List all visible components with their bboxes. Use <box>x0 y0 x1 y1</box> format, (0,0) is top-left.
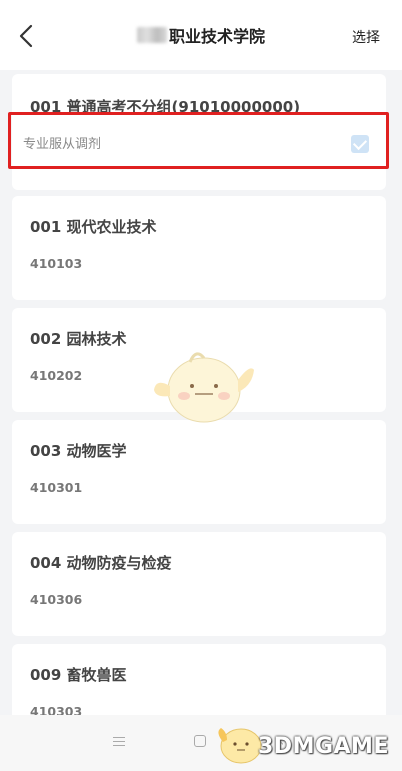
adjust-checkbox[interactable] <box>351 135 369 153</box>
major-code: 410303 <box>30 704 83 715</box>
major-name: 004 动物防疫与检疫 <box>30 554 172 572</box>
home-icon[interactable] <box>194 735 206 747</box>
major-card[interactable]: 003 动物医学 410301 <box>12 420 386 524</box>
major-card[interactable]: 004 动物防疫与检疫 410306 <box>12 532 386 636</box>
major-card[interactable]: 001 现代农业技术 410103 <box>12 196 386 300</box>
blurred-school-name <box>136 27 167 43</box>
top-bar: 职业技术学院 选择 <box>0 0 402 70</box>
menu-icon[interactable] <box>113 737 125 747</box>
mascot-watermark-icon <box>154 352 254 423</box>
page-title: 职业技术学院 <box>168 27 265 46</box>
adjust-label: 专业服从调剂 <box>23 137 102 152</box>
page-title-wrap: 职业技术学院 <box>136 23 265 47</box>
major-name: 002 园林技术 <box>30 330 127 348</box>
major-code: 410103 <box>30 256 83 271</box>
watermark-text: 3DMGAME <box>258 734 389 759</box>
back-chevron-icon[interactable] <box>14 22 40 50</box>
major-code: 410306 <box>30 592 83 607</box>
adjust-option-highlight: 专业服从调剂 <box>8 112 389 169</box>
select-button[interactable]: 选择 <box>352 27 380 47</box>
major-code: 410202 <box>30 368 83 383</box>
major-name: 003 动物医学 <box>30 442 127 460</box>
major-name: 001 现代农业技术 <box>30 218 157 236</box>
major-code: 410301 <box>30 480 83 495</box>
major-card[interactable]: 009 畜牧兽医 410303 <box>12 644 386 715</box>
major-name: 009 畜牧兽医 <box>30 666 127 684</box>
